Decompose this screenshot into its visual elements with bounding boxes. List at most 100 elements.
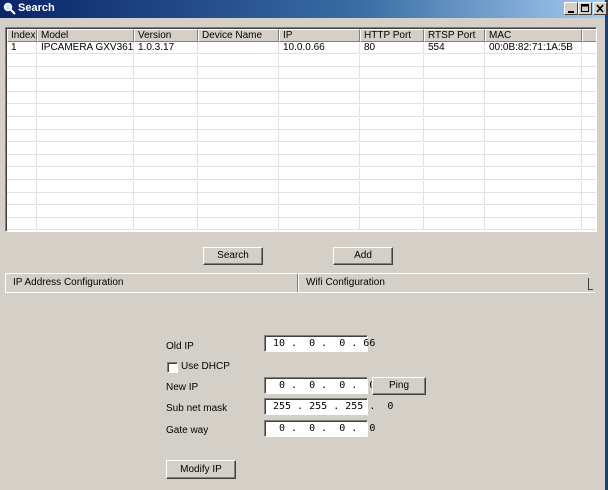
empty-cell xyxy=(424,168,485,180)
tab-ip-address-configuration[interactable]: IP Address Configuration xyxy=(5,273,298,293)
empty-cell xyxy=(134,155,198,168)
empty-cell xyxy=(360,130,424,143)
empty-cell xyxy=(37,117,134,130)
empty-cell xyxy=(582,118,596,130)
empty-cell xyxy=(134,193,198,206)
empty-cell xyxy=(485,218,582,231)
empty-cell xyxy=(37,168,134,180)
empty-cell xyxy=(582,105,596,117)
empty-cell xyxy=(37,218,134,231)
empty-cell xyxy=(360,205,424,218)
tab-wifi-configuration[interactable]: Wifi Configuration xyxy=(298,273,588,293)
empty-cell xyxy=(485,168,582,180)
close-icon[interactable] xyxy=(593,2,607,15)
new-ip-field[interactable]: 0 . 0 . 0 . 0 xyxy=(264,377,375,394)
empty-cell xyxy=(424,67,485,80)
empty-row xyxy=(7,79,596,92)
search-button[interactable]: Search xyxy=(203,247,263,265)
column-header-device-name[interactable]: Device Name xyxy=(198,29,279,42)
empty-cell xyxy=(198,130,279,143)
empty-cell xyxy=(360,117,424,130)
empty-cell xyxy=(279,142,360,155)
empty-cell xyxy=(279,130,360,143)
empty-cell xyxy=(134,218,198,231)
empty-cell xyxy=(360,105,424,117)
empty-cell xyxy=(279,180,360,193)
cell-http-port: 80 xyxy=(360,42,424,54)
empty-cell xyxy=(198,168,279,180)
empty-cell xyxy=(485,92,582,105)
column-header-version[interactable]: Version xyxy=(134,29,198,42)
empty-cell xyxy=(360,180,424,193)
empty-cell xyxy=(198,193,279,206)
empty-cell xyxy=(485,105,582,117)
empty-cell xyxy=(7,155,37,168)
empty-cell xyxy=(279,117,360,130)
cell-index: 1 xyxy=(7,42,37,54)
title-bar[interactable]: Search xyxy=(0,0,607,18)
cell-version: 1.0.3.17 xyxy=(134,42,198,54)
empty-cell xyxy=(7,180,37,193)
gateway-field[interactable]: 0 . 0 . 0 . 0 xyxy=(264,420,375,437)
empty-cell xyxy=(279,67,360,80)
empty-cell xyxy=(424,180,485,193)
column-header-ip[interactable]: IP xyxy=(279,29,360,42)
empty-cell xyxy=(485,130,582,143)
maximize-icon[interactable] xyxy=(578,2,592,15)
empty-cell xyxy=(134,79,198,92)
empty-cell xyxy=(279,54,360,67)
empty-cell xyxy=(360,218,424,231)
empty-cell xyxy=(134,105,198,117)
column-header-mac[interactable]: MAC xyxy=(485,29,582,42)
subnet-mask-label: Sub net mask xyxy=(166,403,228,414)
empty-cell xyxy=(582,130,596,142)
old-ip-field[interactable]: 10 . 0 . 0 . 66 xyxy=(264,335,375,352)
column-header-index[interactable]: Index xyxy=(7,29,37,42)
empty-cell xyxy=(7,54,37,67)
empty-row xyxy=(7,105,596,117)
empty-cell xyxy=(7,205,37,218)
empty-cell xyxy=(198,117,279,130)
modify-ip-button[interactable]: Modify IP xyxy=(166,460,236,479)
subnet-mask-field[interactable]: 255 . 255 . 255 . 0 xyxy=(264,398,393,415)
empty-cell xyxy=(424,155,485,168)
empty-cell xyxy=(134,205,198,218)
empty-row xyxy=(7,117,596,130)
column-header-model[interactable]: Model xyxy=(37,29,134,42)
empty-row xyxy=(7,168,596,180)
empty-cell xyxy=(37,180,134,193)
empty-cell xyxy=(485,67,582,80)
empty-row xyxy=(7,130,596,143)
empty-cell xyxy=(424,92,485,105)
empty-cell xyxy=(360,92,424,105)
table-row[interactable]: 1 IPCAMERA GXV361... 1.0.3.17 10.0.0.66 … xyxy=(7,42,596,54)
empty-cell xyxy=(134,130,198,143)
empty-cell xyxy=(37,79,134,92)
cell-model: IPCAMERA GXV361... xyxy=(37,42,134,54)
empty-cell xyxy=(198,67,279,80)
empty-cell xyxy=(582,143,596,155)
column-header-rtsp-port[interactable]: RTSP Port xyxy=(424,29,485,42)
empty-cell xyxy=(424,54,485,67)
minimize-icon[interactable] xyxy=(564,2,578,15)
column-header-http-port[interactable]: HTTP Port xyxy=(360,29,424,42)
empty-cell xyxy=(360,54,424,67)
empty-cell xyxy=(7,130,37,143)
add-button[interactable]: Add xyxy=(333,247,393,265)
empty-row xyxy=(7,180,596,193)
empty-cell xyxy=(37,155,134,168)
empty-cell xyxy=(7,117,37,130)
column-header-filler xyxy=(582,29,596,42)
cell-device-name xyxy=(198,42,279,54)
empty-cell xyxy=(485,142,582,155)
device-list[interactable]: Index Model Version Device Name IP HTTP … xyxy=(5,27,597,232)
use-dhcp-checkbox[interactable] xyxy=(167,362,178,373)
empty-cell xyxy=(279,105,360,117)
ping-button[interactable]: Ping xyxy=(372,377,426,395)
search-window: Search Index Model Version Device Name I… xyxy=(0,0,608,490)
empty-cell xyxy=(198,155,279,168)
empty-cell xyxy=(134,67,198,80)
empty-cell xyxy=(198,92,279,105)
empty-cell xyxy=(37,54,134,67)
empty-cell xyxy=(37,130,134,143)
